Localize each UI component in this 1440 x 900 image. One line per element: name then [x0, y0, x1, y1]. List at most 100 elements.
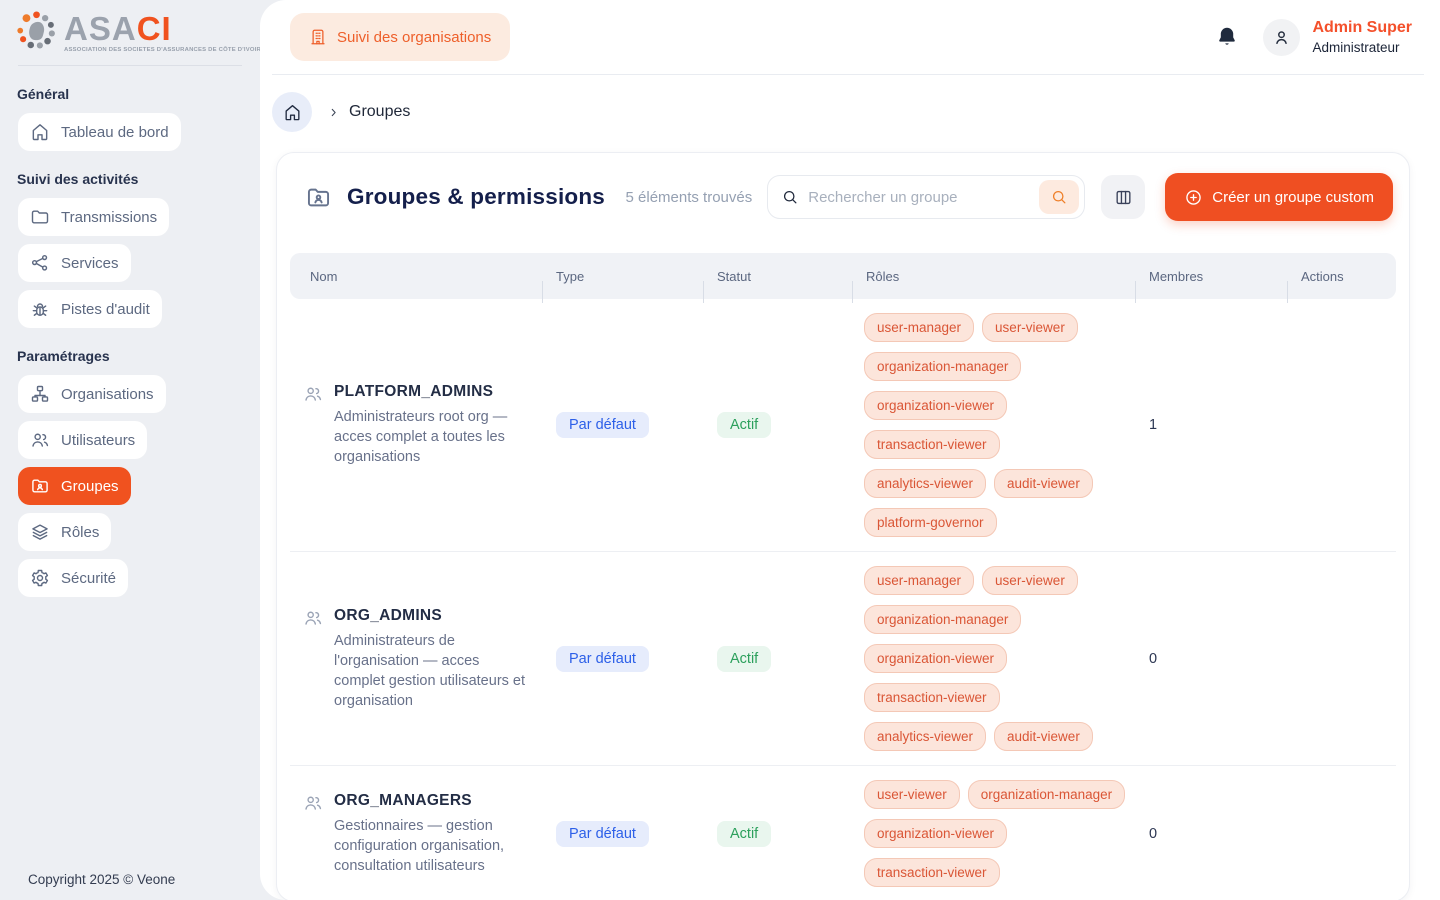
column-header-statut: Statut — [703, 269, 852, 284]
sidebar-item-services[interactable]: Services — [18, 244, 131, 282]
roles-list: user-manageruser-viewerorganization-mana… — [852, 552, 1135, 765]
column-header-roles: Rôles — [852, 269, 1135, 284]
role-tag: organization-manager — [864, 352, 1021, 381]
role-tag: audit-viewer — [994, 469, 1093, 498]
members-count: 1 — [1135, 417, 1287, 433]
table-row[interactable]: ORG_MANAGERS Gestionnaires — gestion conf… — [290, 765, 1396, 900]
search-icon — [781, 188, 799, 206]
sidebar-item-roles[interactable]: Rôles — [18, 513, 111, 551]
sidebar-item-transmissions[interactable]: Transmissions — [18, 198, 169, 236]
user-block[interactable]: Admin Super Administrateur — [1312, 18, 1412, 57]
person-icon — [1271, 27, 1292, 48]
sidebar-item-label: Tableau de bord — [61, 124, 169, 141]
notifications-bell-icon[interactable] — [1215, 25, 1239, 49]
group-folder-icon — [305, 184, 332, 211]
sidebar-item-organisations[interactable]: Organisations — [18, 375, 166, 413]
users-icon — [303, 384, 323, 404]
table-body: PLATFORM_ADMINS Administrateurs root org … — [290, 299, 1396, 900]
sidebar-item-label: Sécurité — [61, 570, 116, 587]
columns-icon — [1114, 188, 1133, 207]
sidebar-item-securite[interactable]: Sécurité — [18, 559, 128, 597]
sidebar-item-label: Organisations — [61, 386, 154, 403]
sidebar-item-label: Services — [61, 255, 119, 272]
main-panel: Suivi des organisations Admin Super Admi… — [260, 0, 1440, 900]
role-tag: organization-viewer — [864, 819, 1007, 848]
role-tag: organization-viewer — [864, 644, 1007, 673]
sidebar-item-label: Pistes d'audit — [61, 301, 150, 318]
sidebar-item-pistes-d-audit[interactable]: Pistes d'audit — [18, 290, 162, 328]
search-submit-button[interactable] — [1039, 180, 1079, 214]
create-group-button-label: Créer un groupe custom — [1212, 189, 1374, 206]
members-count: 0 — [1135, 651, 1287, 667]
sidebar-nav: GénéralTableau de bordSuivi des activité… — [0, 66, 260, 605]
role-tag: audit-viewer — [994, 722, 1093, 751]
copyright: Copyright 2025 © Veone — [0, 872, 260, 900]
org-tracking-chip-label: Suivi des organisations — [337, 29, 491, 46]
search-icon — [1050, 188, 1068, 206]
column-header-nom: Nom — [290, 269, 542, 284]
sidebar-section-label: Paramétrages — [17, 348, 260, 364]
logo-row: ASACI ASSOCIATION DES SOCIETES D'ASSURAN… — [0, 0, 260, 65]
actions-cell — [1287, 552, 1396, 765]
plus-circle-icon — [1184, 188, 1203, 207]
card-header: Groupes & permissions 5 éléments trouvés… — [277, 153, 1409, 241]
sidebar-item-groupes[interactable]: Groupes — [18, 467, 131, 505]
groups-card: Groupes & permissions 5 éléments trouvés… — [276, 152, 1410, 900]
sidebar-item-label: Rôles — [61, 524, 99, 541]
group-name: ORG_MANAGERS — [334, 792, 532, 810]
logo-asa: ASA — [64, 10, 137, 47]
avatar[interactable] — [1263, 19, 1300, 56]
roles-list: user-viewer organization-manager organizat… — [852, 766, 1135, 900]
hierarchy-icon — [30, 384, 50, 404]
breadcrumb-home-button[interactable] — [272, 92, 312, 132]
search-box — [767, 175, 1085, 219]
role-tag: organization-manager — [968, 780, 1125, 809]
users-icon — [30, 430, 50, 450]
role-tag: user-viewer — [982, 313, 1078, 342]
column-header-membres: Membres — [1135, 269, 1287, 284]
breadcrumb: Groupes — [260, 75, 1440, 146]
columns-toggle-button[interactable] — [1101, 175, 1145, 219]
group-description: Administrateurs root org — acces complet… — [334, 407, 532, 467]
users-icon — [303, 608, 323, 628]
asaci-logo-emblem — [14, 10, 60, 56]
groupcard-icon — [30, 476, 50, 496]
search-input[interactable] — [808, 189, 1030, 206]
type-badge: Par défaut — [556, 412, 649, 438]
building-icon — [309, 28, 327, 46]
sidebar-item-label: Transmissions — [61, 209, 157, 226]
sidebar-item-utilisateurs[interactable]: Utilisateurs — [18, 421, 147, 459]
create-group-button[interactable]: Créer un groupe custom — [1165, 173, 1393, 221]
role-tag: platform-governor — [864, 508, 997, 537]
user-name: Admin Super — [1312, 18, 1412, 38]
folder-icon — [30, 207, 50, 227]
column-header-actions: Actions — [1287, 269, 1396, 284]
users-icon — [303, 793, 323, 813]
topbar: Suivi des organisations Admin Super Admi… — [272, 0, 1424, 75]
sidebar-item-label: Groupes — [61, 478, 119, 495]
chevron-right-icon — [326, 105, 341, 120]
logo-ci: CI — [137, 10, 172, 47]
sidebar-item-label: Utilisateurs — [61, 432, 135, 449]
table-row[interactable]: PLATFORM_ADMINS Administrateurs root org … — [290, 299, 1396, 551]
role-tag: analytics-viewer — [864, 722, 986, 751]
role-tag: user-manager — [864, 313, 974, 342]
logo-tagline: ASSOCIATION DES SOCIETES D'ASSURANCES DE… — [64, 48, 265, 54]
group-name: PLATFORM_ADMINS — [334, 383, 532, 401]
role-tag: user-viewer — [982, 566, 1078, 595]
bug-icon — [30, 299, 50, 319]
actions-cell — [1287, 766, 1396, 900]
role-tag: user-viewer — [864, 780, 960, 809]
group-name: ORG_ADMINS — [334, 607, 532, 625]
role-tag: organization-viewer — [864, 391, 1007, 420]
org-tracking-chip[interactable]: Suivi des organisations — [290, 13, 510, 61]
status-badge: Actif — [717, 646, 771, 672]
table-row[interactable]: ORG_ADMINSAdministrateurs de l'organisat… — [290, 551, 1396, 765]
group-description: Gestionnaires — gestion configuration or… — [334, 816, 532, 876]
members-count: 0 — [1135, 826, 1287, 842]
role-tag: transaction-viewer — [864, 430, 1000, 459]
table-header: NomTypeStatutRôlesMembresActions — [290, 253, 1396, 299]
sidebar-item-tableau-de-bord[interactable]: Tableau de bord — [18, 113, 181, 151]
sidebar: ASACI ASSOCIATION DES SOCIETES D'ASSURAN… — [0, 0, 260, 900]
type-badge: Par défaut — [556, 646, 649, 672]
